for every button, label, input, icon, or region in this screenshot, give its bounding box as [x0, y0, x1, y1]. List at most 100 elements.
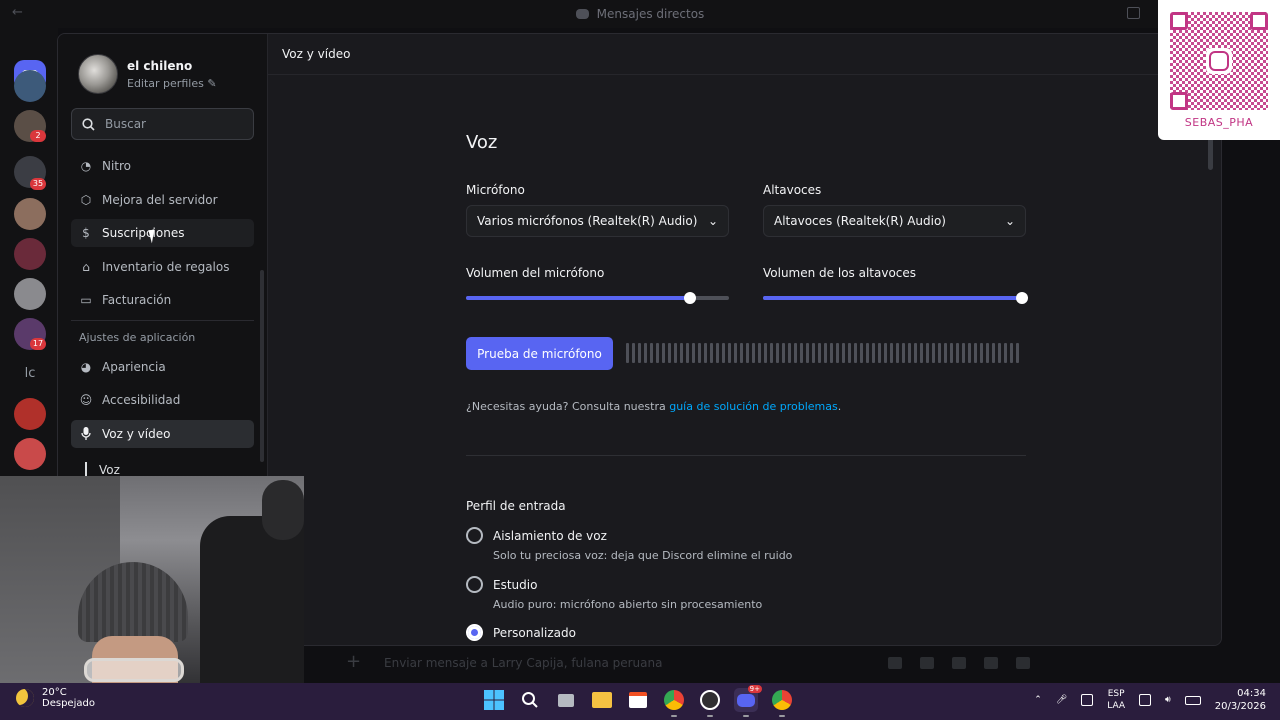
meter-bar — [806, 343, 809, 363]
gift-icon[interactable] — [888, 657, 902, 669]
server-icon[interactable] — [14, 438, 46, 470]
weather-widget[interactable]: 20°C Despejado — [16, 687, 95, 709]
weather-condition: Despejado — [42, 698, 95, 709]
settings-content: Voz Micrófono Varios micrófonos (Realtek… — [268, 75, 1221, 645]
meter-bar — [968, 343, 971, 363]
chrome-icon[interactable] — [770, 688, 794, 717]
server-icon-text[interactable]: lc — [14, 358, 46, 390]
slider-handle[interactable] — [683, 292, 696, 304]
meter-bar — [740, 343, 743, 363]
credit-card-icon: ▭ — [80, 293, 92, 307]
task-view-icon[interactable] — [554, 688, 578, 712]
nav-item-appearance[interactable]: ◕ Apariencia — [71, 353, 254, 381]
radio-custom[interactable] — [466, 624, 483, 641]
language-indicator[interactable]: ESP LAA — [1107, 688, 1125, 712]
sidebar-scrollbar[interactable] — [260, 270, 264, 462]
mention-badge: 17 — [30, 338, 46, 350]
troubleshooting-link[interactable]: guía de solución de problemas — [669, 400, 838, 413]
nav-item-gift-inventory[interactable]: ⌂ Inventario de regalos — [71, 253, 254, 281]
chat-input-bar[interactable]: + Enviar mensaje a Larry Capija, fulana … — [304, 646, 1220, 680]
meter-bar — [974, 343, 977, 363]
radio-studio[interactable] — [466, 576, 483, 593]
server-icon[interactable] — [14, 398, 46, 430]
speaker-volume-slider[interactable] — [763, 292, 1028, 304]
qr-finder — [1170, 12, 1188, 30]
meter-bar — [854, 343, 857, 363]
option-title: Estudio — [493, 578, 538, 592]
server-icon[interactable] — [14, 70, 46, 102]
meter-bar — [980, 343, 983, 363]
radio-voice-isolation[interactable] — [466, 527, 483, 544]
clock-date: 20/3/2026 — [1214, 701, 1266, 712]
meter-bar — [722, 343, 725, 363]
windows-start-icon[interactable] — [482, 688, 506, 712]
meter-bar — [782, 343, 785, 363]
volume-icon[interactable]: 🔊︎ — [1165, 695, 1171, 705]
meter-bar — [920, 343, 923, 363]
tray-app-icon[interactable] — [1081, 694, 1094, 706]
chat-toolbar — [888, 657, 1030, 669]
back-arrow-icon[interactable]: ← — [12, 5, 23, 20]
nav-item-nitro[interactable]: ◔ Nitro — [71, 152, 254, 180]
window-title: Mensajes directos — [596, 7, 705, 21]
emoji-icon[interactable] — [984, 657, 998, 669]
edit-profiles-link[interactable]: Editar perfiles ✎ — [127, 77, 217, 90]
meter-bar — [704, 343, 707, 363]
slider-handle[interactable] — [1016, 292, 1028, 304]
sticker-icon[interactable] — [952, 657, 966, 669]
file-explorer-icon[interactable] — [590, 688, 614, 712]
server-icon[interactable] — [14, 238, 46, 270]
mic-test-button[interactable]: Prueba de micrófono — [466, 337, 613, 370]
chevron-up-icon[interactable]: ⌃ — [1034, 695, 1042, 705]
microphone-icon[interactable]: 🎤︎ — [1056, 695, 1067, 705]
plus-icon[interactable]: + — [346, 651, 361, 672]
clock[interactable]: 04:34 20/3/2026 — [1215, 687, 1266, 713]
network-icon[interactable] — [1139, 694, 1152, 706]
speaker-select[interactable]: Altavoces (Realtek(R) Audio) ⌄ — [763, 205, 1026, 237]
slider-fill — [763, 296, 1022, 300]
nav-item-server-boost[interactable]: ⬡ Mejora del servidor — [71, 186, 254, 214]
nav-item-billing[interactable]: ▭ Facturación — [71, 286, 254, 314]
chrome-icon[interactable] — [662, 688, 686, 717]
speaker-select-value: Altavoces (Realtek(R) Audio) — [774, 214, 946, 228]
server-icon[interactable] — [14, 198, 46, 230]
mic-volume-slider[interactable] — [466, 292, 729, 304]
inbox-icon[interactable] — [1127, 7, 1140, 19]
mic-select[interactable]: Varios micrófonos (Realtek(R) Audio) ⌄ — [466, 205, 729, 237]
moon-icon — [16, 689, 34, 707]
discord-logo-icon — [575, 9, 589, 19]
nav-label: Nitro — [102, 159, 132, 173]
meter-bar — [656, 343, 659, 363]
meter-bar — [776, 343, 779, 363]
battery-icon[interactable] — [1184, 695, 1201, 705]
nav-item-subscriptions[interactable]: $ Suscripciones — [71, 219, 254, 247]
nav-item-accessibility[interactable]: ☺ Accesibilidad — [71, 386, 254, 414]
discord-icon[interactable]: 9+ — [734, 685, 762, 717]
meter-bar — [800, 343, 803, 363]
obs-icon[interactable] — [698, 688, 722, 717]
meter-bar — [662, 343, 665, 363]
server-icon[interactable] — [14, 278, 46, 310]
qr-finder — [1170, 92, 1188, 110]
boost-icon: ⬡ — [80, 192, 92, 207]
search-icon[interactable] — [518, 688, 542, 712]
gif-icon[interactable] — [920, 657, 934, 669]
nav-item-voice-video[interactable]: Voz y vídeo — [71, 419, 254, 448]
meter-bar — [902, 343, 905, 363]
qr-finder — [1250, 12, 1268, 30]
meter-bar — [728, 343, 731, 363]
gift-icon: ⌂ — [82, 259, 90, 274]
chevron-down-icon: ⌄ — [707, 214, 718, 228]
chevron-down-icon: ⌄ — [1004, 214, 1015, 228]
search-input[interactable]: Buscar — [71, 108, 254, 140]
microsoft-store-icon[interactable] — [626, 688, 650, 712]
search-icon — [82, 117, 95, 131]
apps-icon[interactable] — [1016, 657, 1030, 669]
notification-badge: 9+ — [747, 685, 762, 693]
mention-badge: 2 — [30, 130, 46, 142]
profile-card[interactable]: el chileno Editar perfiles ✎ — [78, 54, 217, 94]
meter-bar — [950, 343, 953, 363]
meter-bar — [998, 343, 1001, 363]
meter-bar — [698, 343, 701, 363]
divider — [466, 455, 1026, 456]
